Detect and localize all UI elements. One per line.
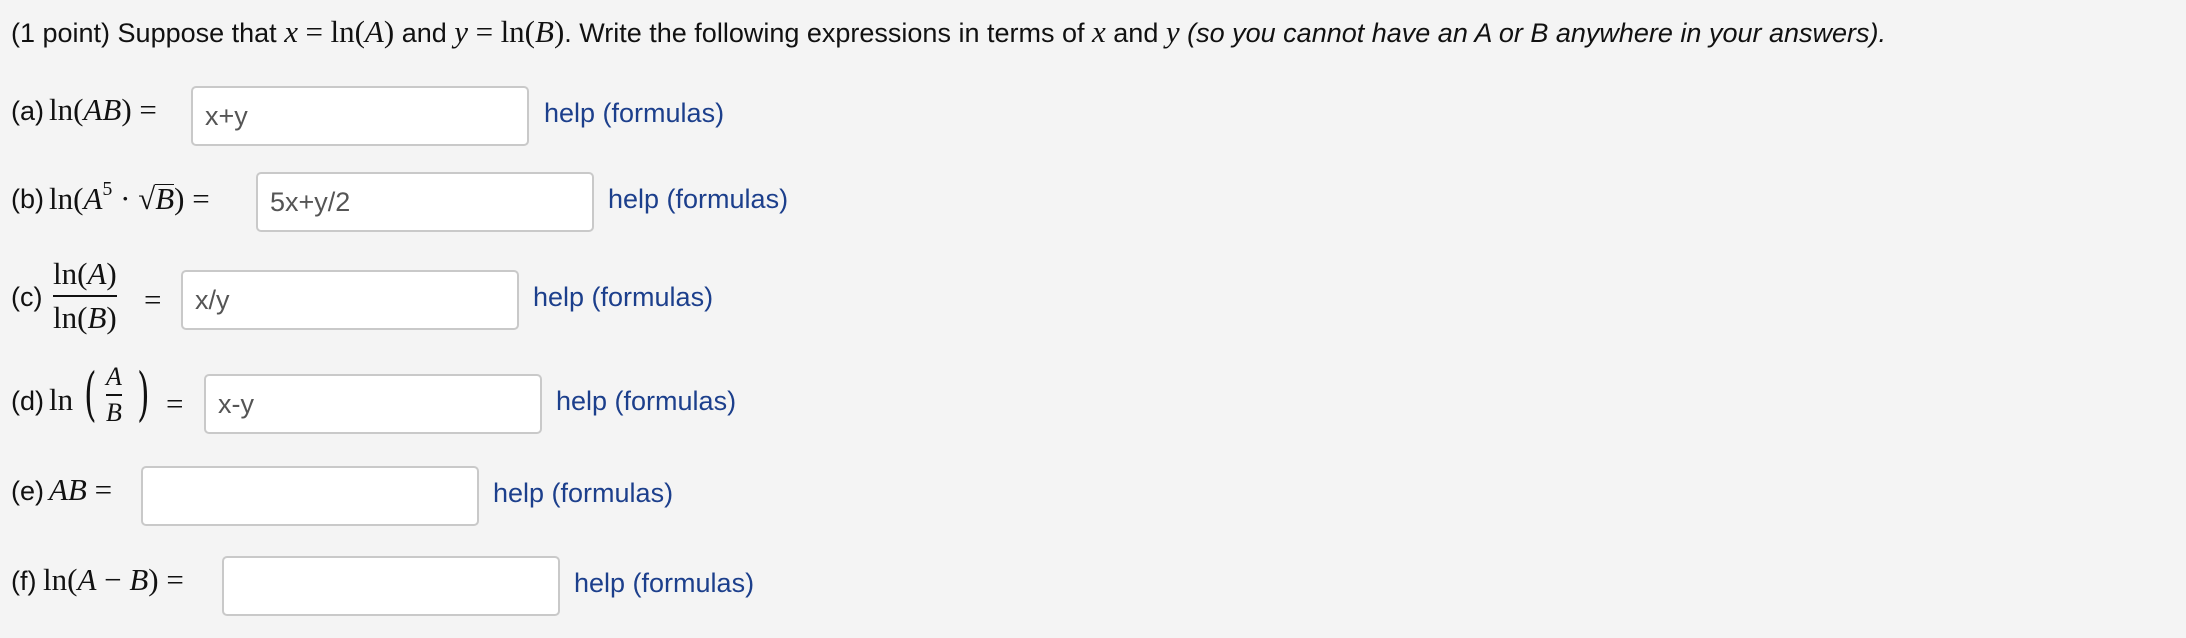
part-d-open-paren: ( xyxy=(84,360,97,428)
part-c-equals: = xyxy=(144,282,162,317)
part-d-label: (d) xyxy=(11,386,44,416)
part-d-denominator: B xyxy=(106,398,122,427)
intro-ln-a: ln(A) xyxy=(330,14,395,49)
part-a-help-link[interactable]: help (formulas) xyxy=(544,98,724,129)
part-d-equals: = xyxy=(166,386,184,421)
part-d-help-link[interactable]: help (formulas) xyxy=(556,386,736,417)
part-d-answer-input[interactable] xyxy=(204,374,542,434)
intro-x-var2: x xyxy=(1092,14,1106,49)
part-c-fraction: ln(A) ln(B) xyxy=(53,256,117,336)
part-a-label: (a) xyxy=(11,96,44,126)
intro-ln-b-arg: B xyxy=(535,14,554,49)
part-e-expression: AB = xyxy=(49,472,113,507)
part-b: (b) ln(A5 · √B) = help (formulas) xyxy=(11,172,911,232)
intro-and1: and xyxy=(401,18,447,48)
part-e-help-link[interactable]: help (formulas) xyxy=(493,478,673,509)
intro-x-var: x xyxy=(284,14,298,49)
part-c-label: (c) xyxy=(11,282,43,312)
part-d: (d) ln ( A B ) = help (formulas) xyxy=(11,360,811,450)
part-f-help-link[interactable]: help (formulas) xyxy=(574,568,754,599)
part-c-answer-input[interactable] xyxy=(181,270,519,330)
part-c: (c) ln(A) ln(B) = help (formulas) xyxy=(11,256,811,346)
intro-ln-b: ln(B) xyxy=(500,14,565,49)
part-e-label: (e) xyxy=(11,476,44,506)
part-a: (a) ln(AB) = help (formulas) xyxy=(11,86,811,146)
part-f-answer-input[interactable] xyxy=(222,556,560,616)
intro-ln-a-arg: A xyxy=(364,14,384,49)
part-f: (f) ln(A − B) = help (formulas) xyxy=(11,552,811,616)
problem-statement: (1 point) Suppose that x = ln(A) and y =… xyxy=(11,14,1886,50)
part-f-expression: ln(A − B) = xyxy=(43,562,184,597)
part-e-answer-input[interactable] xyxy=(141,466,479,526)
part-c-denominator: ln(B) xyxy=(53,300,117,335)
part-c-help-link[interactable]: help (formulas) xyxy=(533,282,713,313)
part-b-help-link[interactable]: help (formulas) xyxy=(608,184,788,215)
part-c-numerator: ln(A) xyxy=(53,256,117,291)
part-b-label: (b) xyxy=(11,184,44,214)
intro-eq2: = xyxy=(475,14,494,49)
part-f-label: (f) xyxy=(11,566,37,596)
intro-prefix: (1 point) Suppose that xyxy=(11,18,277,48)
part-a-expression: ln(AB) = xyxy=(49,92,157,127)
intro-y-var2: y xyxy=(1165,14,1180,49)
part-a-answer-input[interactable] xyxy=(191,86,529,146)
part-d-close-paren: ) xyxy=(137,360,150,428)
part-e: (e) AB = help (formulas) xyxy=(11,464,811,526)
part-d-fraction: A B xyxy=(106,362,122,428)
part-b-answer-input[interactable] xyxy=(256,172,594,232)
intro-y-var: y xyxy=(454,14,469,49)
part-d-numerator: A xyxy=(106,362,122,391)
intro-and2: and xyxy=(1113,18,1159,48)
intro-italic-note: (so you cannot have an A or B anywhere i… xyxy=(1187,18,1887,48)
part-b-expression: ln(A5 · √B) = xyxy=(49,178,210,216)
part-d-ln: ln xyxy=(49,382,74,417)
intro-middle: . Write the following expressions in ter… xyxy=(564,18,1085,48)
intro-eq1: = xyxy=(305,14,323,49)
